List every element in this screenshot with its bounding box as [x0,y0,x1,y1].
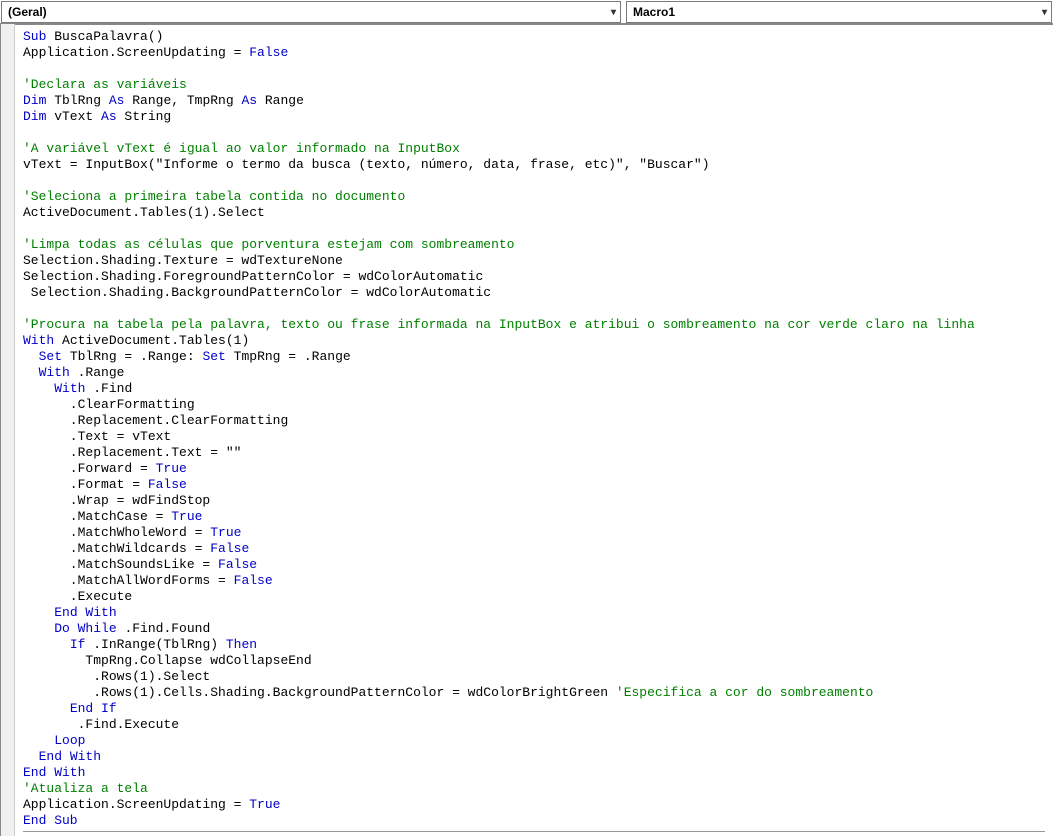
chevron-down-icon: ▾ [1042,7,1047,18]
margin-indicator-bar [1,24,15,836]
procedure-dropdown-label: Macro1 [633,5,675,19]
chevron-down-icon: ▾ [611,7,616,18]
object-dropdown[interactable]: (Geral) ▾ [1,1,621,23]
toolbar: (Geral) ▾ Macro1 ▾ [0,0,1053,24]
editor-container: Sub BuscaPalavra() Application.ScreenUpd… [0,24,1053,836]
code-editor[interactable]: Sub BuscaPalavra() Application.ScreenUpd… [15,24,1053,836]
procedure-dropdown[interactable]: Macro1 ▾ [626,1,1052,23]
procedure-separator [23,831,1045,832]
object-dropdown-label: (Geral) [8,5,47,19]
